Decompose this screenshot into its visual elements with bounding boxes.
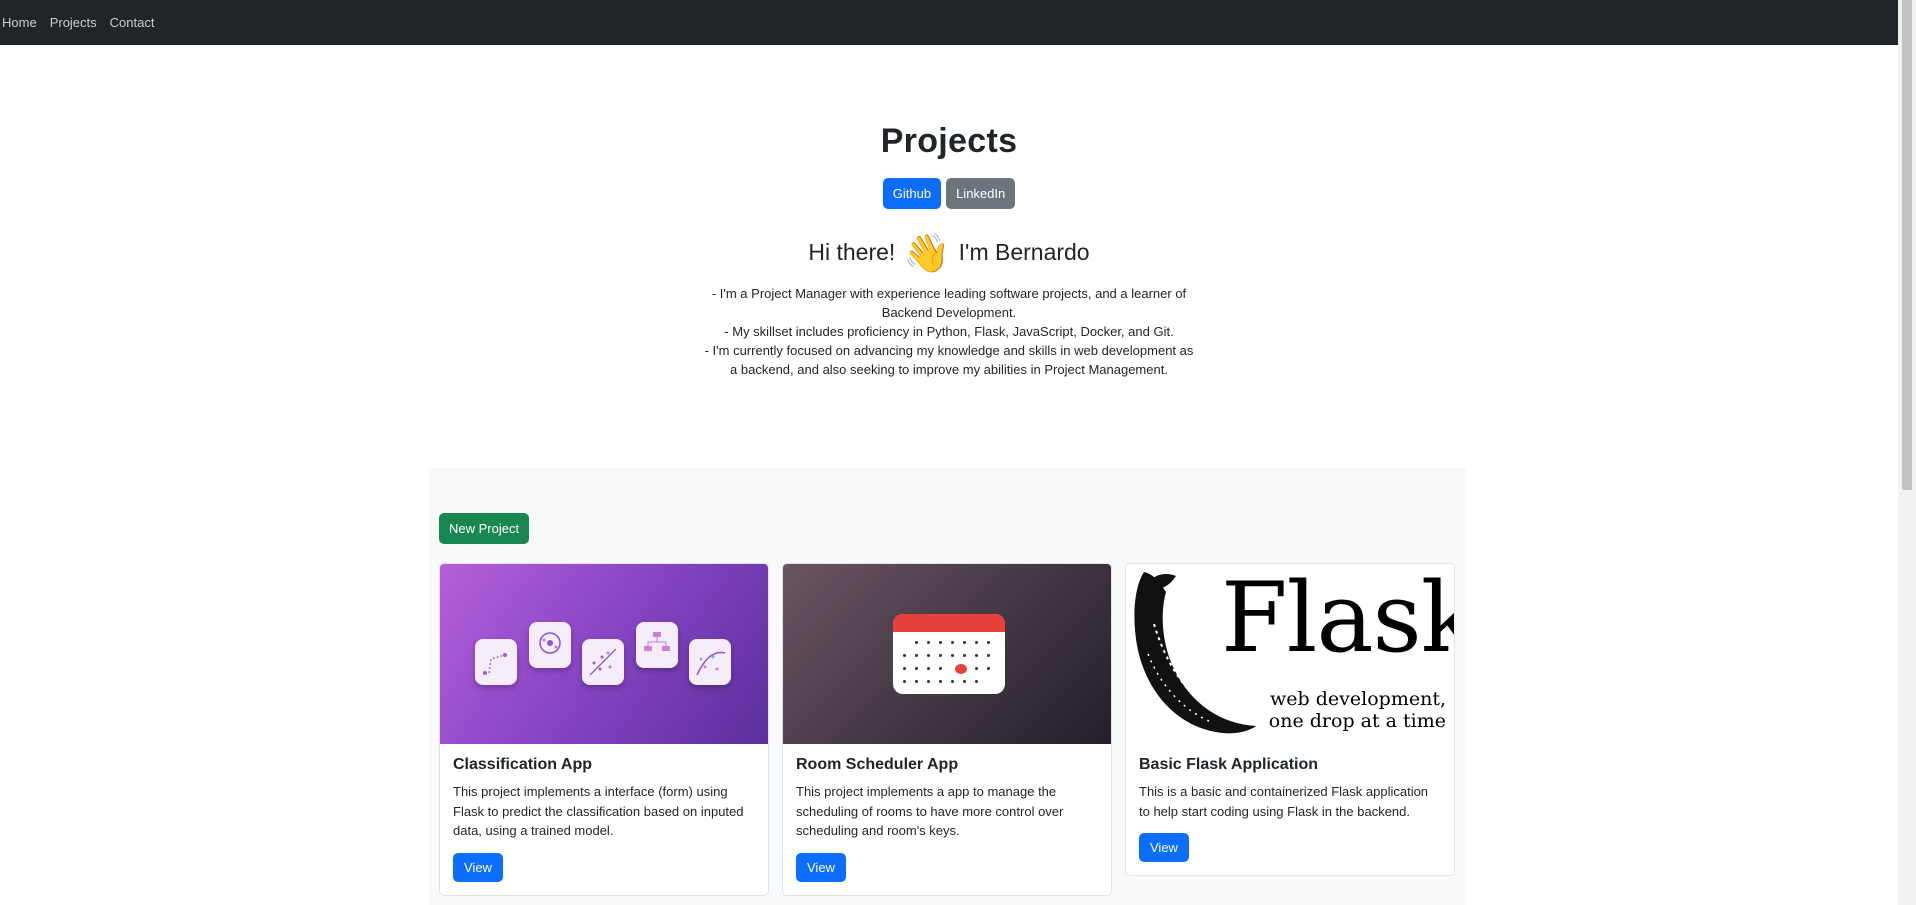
regression-tile-icon	[689, 639, 731, 685]
greeting-start: Hi there!	[808, 239, 896, 265]
card-body: Room Scheduler App This project implemen…	[783, 744, 1111, 895]
scrollbar-thumb[interactable]	[1902, 0, 1912, 490]
flask-tagline: web development, one drop at a time	[1261, 688, 1446, 732]
social-buttons: Github LinkedIn	[0, 178, 1898, 209]
nav-projects[interactable]: Projects	[50, 15, 97, 30]
greeting-end: I'm Bernardo	[958, 239, 1090, 265]
project-card: Classification App This project implemen…	[439, 563, 769, 896]
card-text: This project implements a interface (for…	[453, 784, 744, 838]
project-card: Flask web development, one drop at a tim…	[1125, 563, 1455, 876]
flask-logo-text: Flask	[1221, 564, 1454, 674]
card-title: Basic Flask Application	[1139, 756, 1319, 773]
scatter-tile-icon	[582, 639, 624, 685]
greeting-heading: Hi there! 👋 I'm Bernardo	[0, 232, 1898, 276]
bio-line: - My skillset includes proficiency in Py…	[724, 324, 1174, 339]
card-text: This project implements a app to manage …	[796, 784, 1064, 838]
nav-home[interactable]: Home	[2, 15, 37, 30]
card-title: Classification App	[453, 756, 592, 773]
cluster-tile-icon	[529, 622, 571, 668]
card-body: Classification App This project implemen…	[440, 744, 768, 895]
new-project-button[interactable]: New Project	[439, 513, 530, 544]
view-button[interactable]: View	[796, 852, 846, 882]
flask-tagline-line: web development,	[1270, 688, 1446, 710]
page-scrollbar[interactable]	[1898, 0, 1916, 905]
view-button[interactable]: View	[1139, 833, 1189, 862]
ml-icons-image	[440, 564, 768, 744]
nav-contact[interactable]: Contact	[110, 15, 155, 30]
page-title: Projects	[880, 122, 1018, 160]
waving-hand-icon: 👋	[903, 233, 951, 275]
flask-tagline-line: one drop at a time	[1268, 710, 1446, 732]
chart-tile-icon	[475, 639, 517, 685]
view-button[interactable]: View	[453, 852, 503, 882]
card-text: This is a basic and containerized Flask …	[1139, 784, 1429, 819]
projects-section: New Project Classification App This proj…	[429, 468, 1466, 905]
card-title: Room Scheduler App	[796, 756, 959, 773]
calendar-icon	[893, 614, 1005, 694]
calendar-image	[783, 564, 1111, 744]
tree-tile-icon	[636, 622, 678, 668]
bio-text: - I'm a Project Manager with experience …	[700, 284, 1198, 379]
card-body: Basic Flask Application This is a basic …	[1126, 744, 1454, 875]
bio-line: - I'm a Project Manager with experience …	[711, 286, 1187, 320]
top-navbar: Home Projects Contact	[0, 0, 1898, 45]
linkedin-button[interactable]: LinkedIn	[946, 178, 1016, 209]
bio-line: - I'm currently focused on advancing my …	[704, 343, 1194, 377]
github-button[interactable]: Github	[882, 178, 942, 209]
flask-logo-image: Flask web development, one drop at a tim…	[1126, 564, 1454, 744]
project-card: Room Scheduler App This project implemen…	[782, 563, 1112, 896]
